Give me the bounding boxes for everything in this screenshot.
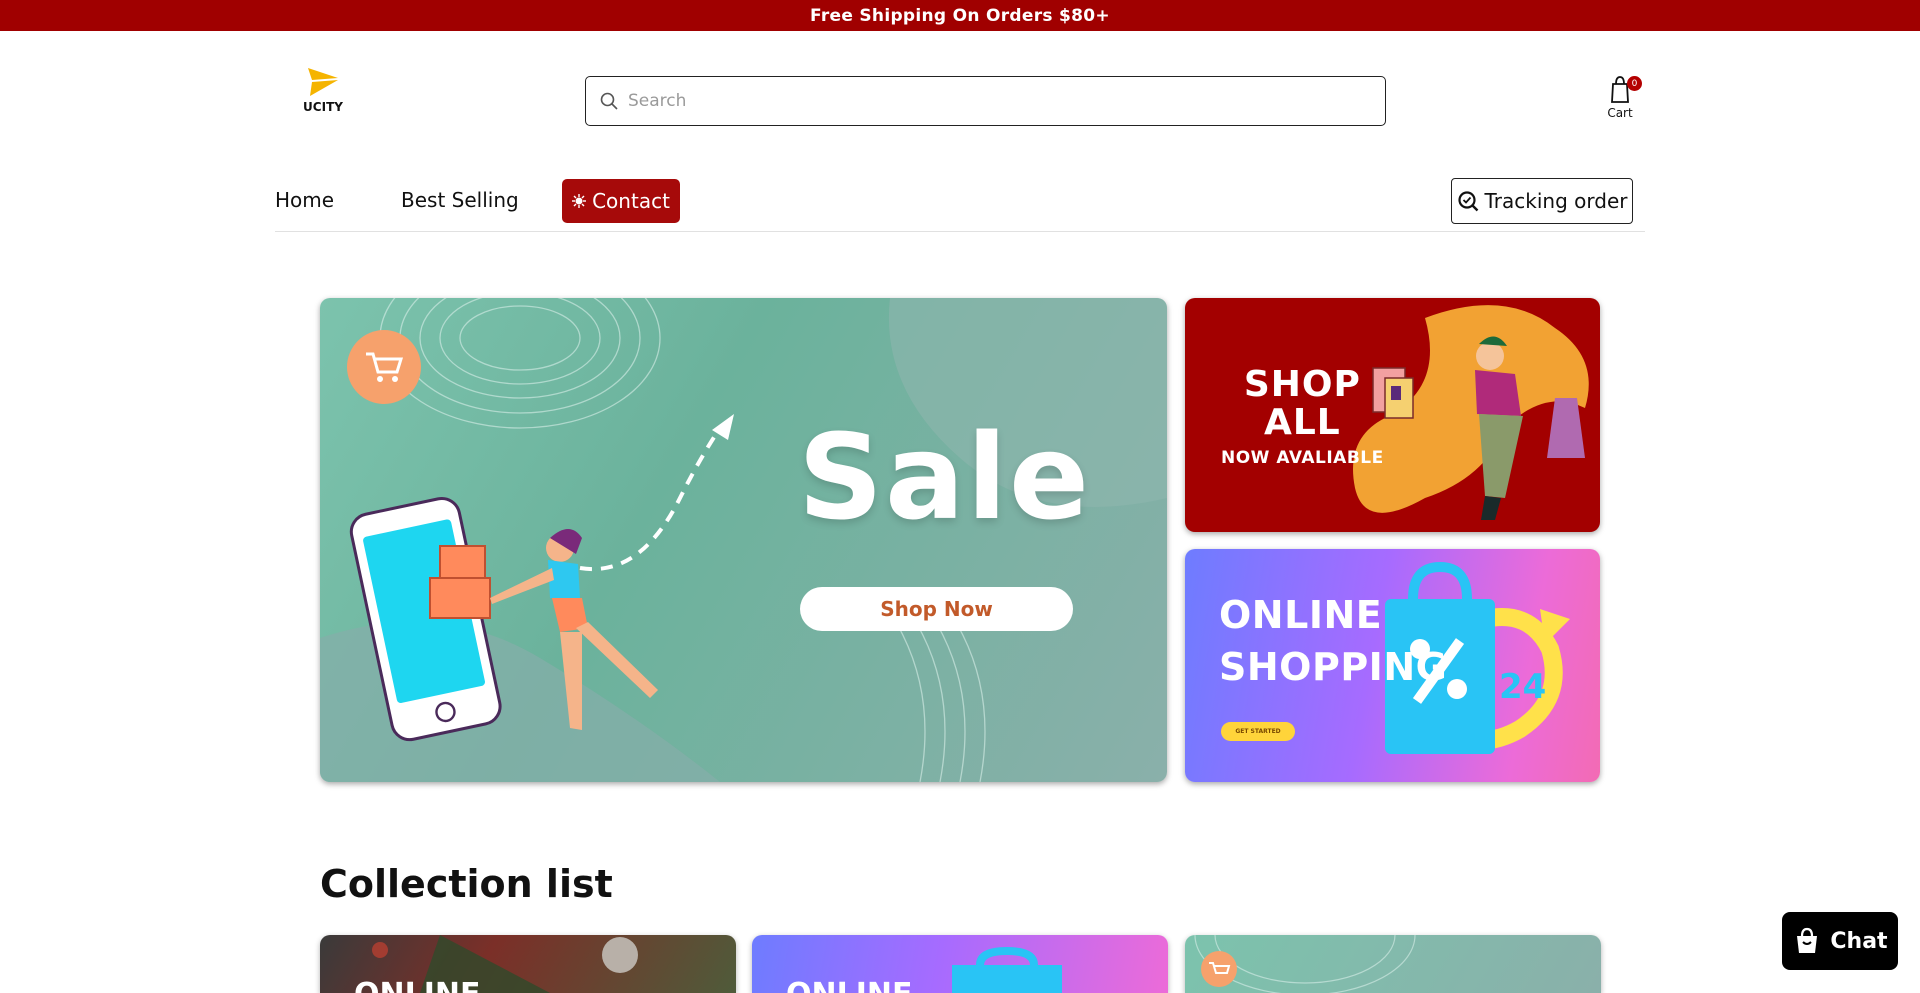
cart-badge-circle: [347, 330, 421, 404]
shop-all-banner[interactable]: SHOP ALL NOW AVALIABLE: [1185, 298, 1600, 532]
sale-card-image: [1194, 935, 1416, 993]
collection-card[interactable]: ONLINE: [320, 935, 736, 993]
nav-home[interactable]: Home: [275, 188, 334, 212]
collection-list-title: Collection list: [320, 862, 613, 906]
tracking-order-button[interactable]: Tracking order: [1451, 178, 1633, 224]
track-search-icon: [1457, 191, 1478, 212]
nav-best-selling[interactable]: Best Selling: [401, 188, 519, 212]
shop-all-sub: NOW AVALIABLE: [1221, 448, 1384, 468]
collection-card-label: ONLINE: [354, 977, 481, 993]
main-navigation: Home Best Selling Contact Tracking order: [275, 176, 1645, 232]
chat-button[interactable]: Chat: [1782, 912, 1898, 970]
cart-label: Cart: [1607, 106, 1633, 120]
announcement-bar: Free Shipping On Orders $80+: [0, 0, 1920, 31]
search-icon: [600, 92, 618, 110]
search-bar[interactable]: [585, 76, 1386, 126]
logo-text: UCITY: [303, 100, 343, 114]
search-input[interactable]: [628, 91, 1328, 111]
shop-all-line2: ALL: [1263, 402, 1341, 443]
shop-now-button[interactable]: Shop Now: [800, 587, 1073, 631]
get-started-button[interactable]: GET STARTED: [1221, 722, 1295, 741]
chat-label: Chat: [1830, 928, 1888, 954]
sparkle-icon: [572, 194, 587, 208]
online-line2: SHOPPING: [1219, 645, 1448, 689]
nav-contact-button[interactable]: Contact: [562, 179, 680, 223]
collection-card[interactable]: ONLINE: [752, 935, 1168, 993]
announcement-text: Free Shipping On Orders $80+: [810, 5, 1110, 26]
shopping-cart-icon: [366, 352, 404, 382]
cart-count-badge: 0: [1627, 76, 1642, 91]
online-shopping-title: ONLINE SHOPPING: [1219, 589, 1447, 693]
online-shopping-banner[interactable]: ONLINE SHOPPING GET STARTED 24: [1185, 549, 1600, 782]
contact-label: Contact: [592, 189, 670, 213]
online-badge-24: 24: [1499, 667, 1547, 707]
sale-headline: Sale: [798, 408, 1092, 546]
tracking-label: Tracking order: [1484, 189, 1628, 213]
shop-all-title: SHOP ALL NOW AVALIABLE: [1221, 364, 1384, 469]
ucity-logo[interactable]: UCITY: [302, 66, 352, 116]
cart-button[interactable]: 0 Cart: [1600, 74, 1642, 124]
collection-card[interactable]: [1185, 935, 1601, 993]
sale-hero-banner[interactable]: Sale Shop Now: [320, 298, 1167, 782]
chat-bag-icon: [1797, 927, 1818, 953]
logo-mark-icon: [308, 68, 338, 96]
collection-card-label: ONLINE: [786, 977, 913, 993]
shop-all-line1: SHOP: [1243, 364, 1361, 405]
online-line1: ONLINE: [1219, 593, 1383, 637]
